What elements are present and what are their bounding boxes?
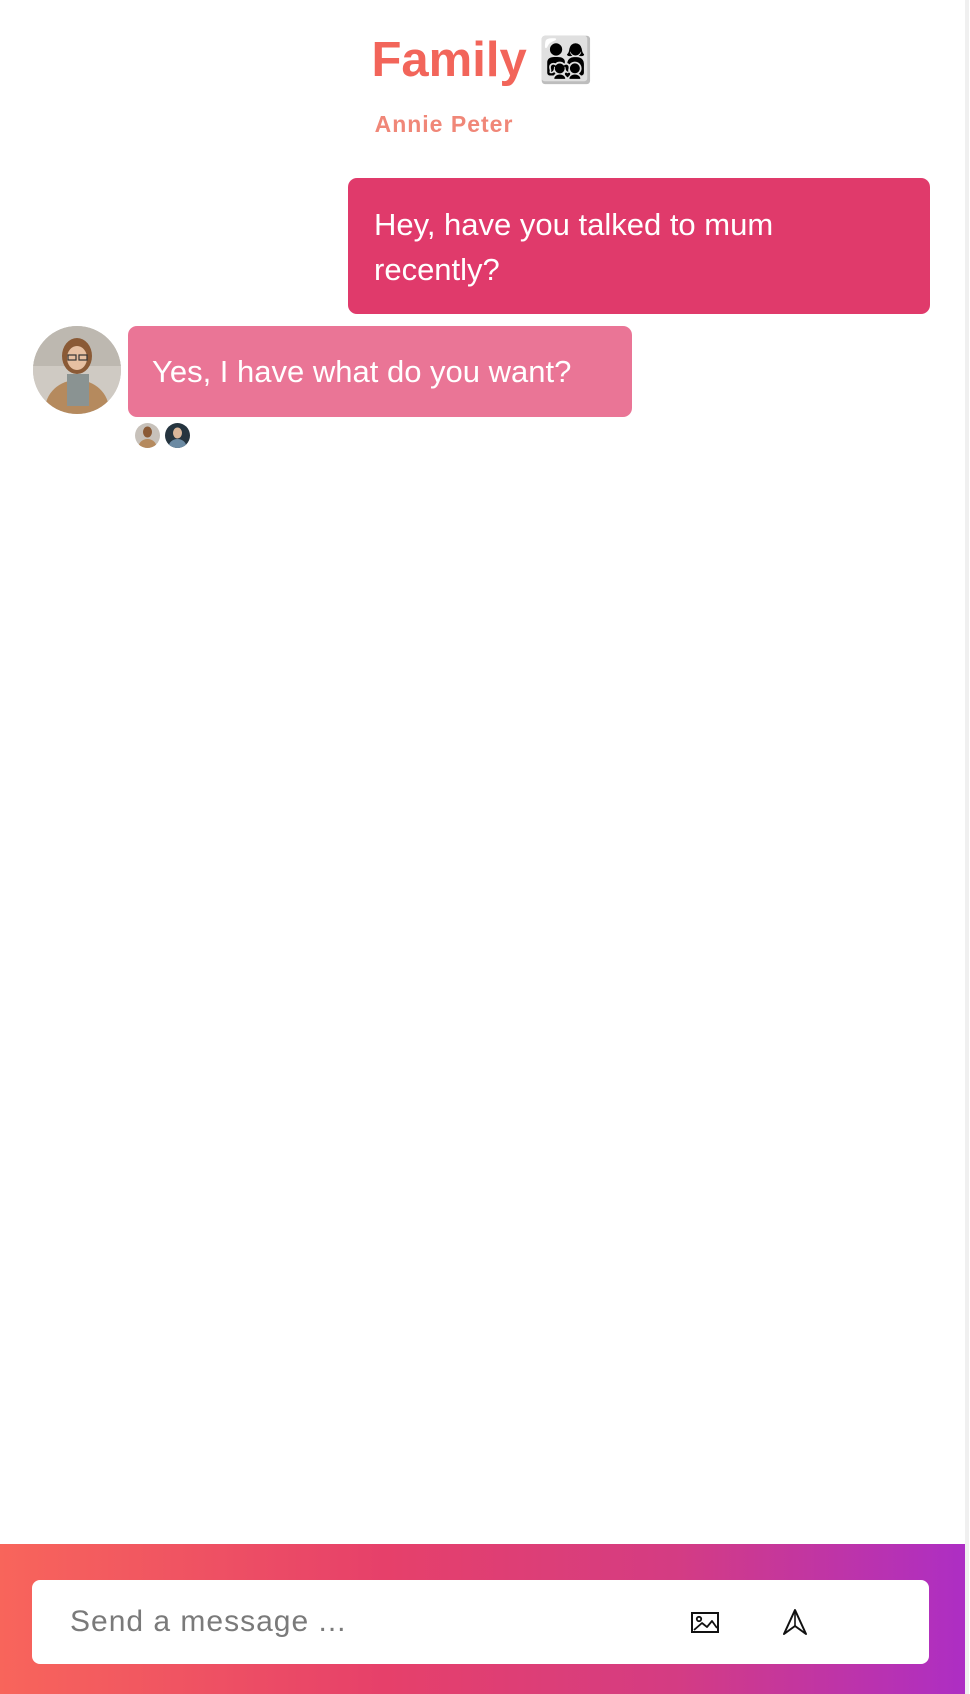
read-receipt-avatar bbox=[134, 422, 161, 449]
avatar-photo bbox=[33, 326, 121, 414]
chat-header: Family 👨‍👩‍👧‍👦 bbox=[0, 36, 965, 85]
chat-pane: Family 👨‍👩‍👧‍👦 Annie Peter Hey, have you … bbox=[0, 0, 965, 1544]
receipt-avatar-photo bbox=[165, 423, 190, 448]
chat-members: Annie Peter bbox=[374, 111, 514, 137]
sender-avatar[interactable] bbox=[33, 326, 121, 414]
read-receipt-avatar bbox=[164, 422, 191, 449]
receipt-avatar-photo bbox=[135, 423, 160, 448]
image-icon bbox=[691, 1612, 719, 1633]
message-outgoing: Hey, have you talked to mum recently? bbox=[348, 178, 930, 314]
send-button[interactable] bbox=[777, 1604, 813, 1640]
family-emoji: 👨‍👩‍👧‍👦 bbox=[538, 34, 594, 86]
message-input[interactable] bbox=[70, 1580, 670, 1664]
composer-bar bbox=[0, 1544, 965, 1694]
composer-input-box bbox=[32, 1580, 929, 1664]
chat-title: Family bbox=[371, 33, 527, 87]
send-icon bbox=[783, 1609, 807, 1635]
attach-image-button[interactable] bbox=[687, 1604, 723, 1640]
pane-divider bbox=[965, 0, 969, 1694]
message-incoming: Yes, I have what do you want? bbox=[128, 326, 632, 417]
